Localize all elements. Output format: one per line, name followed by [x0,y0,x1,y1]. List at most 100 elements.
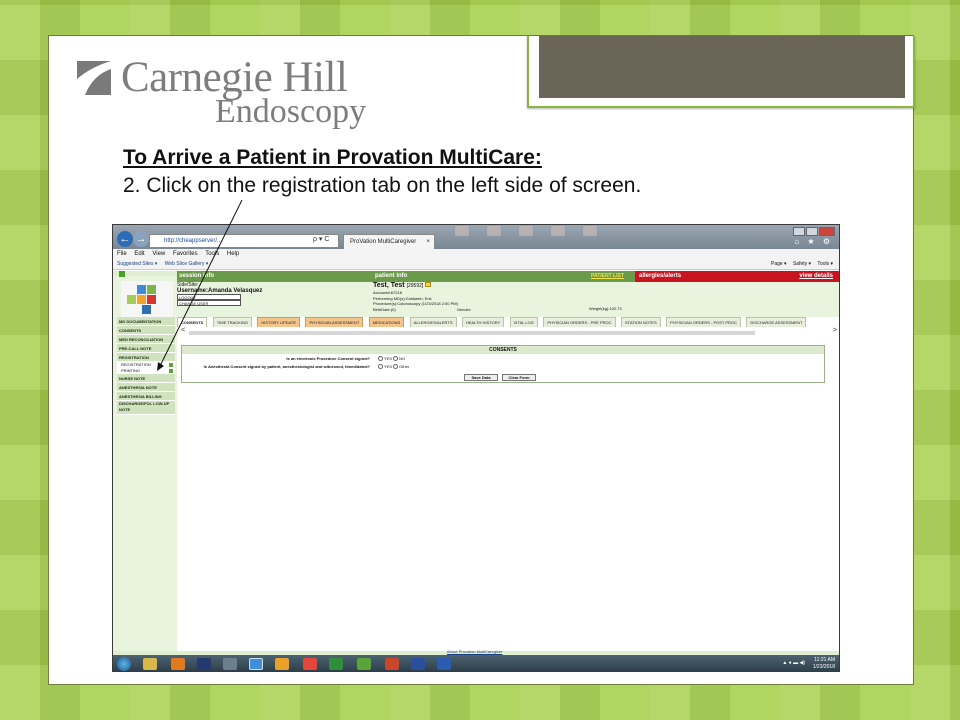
birthdate-row: BirthDate:(0) Gender: [373,307,793,313]
calendar-icon[interactable] [223,658,237,670]
tab-medications[interactable]: MEDICATIONS [368,317,405,327]
sidebar-item-registration[interactable]: REGISTRATION [117,353,175,362]
home-favorites-settings-icons[interactable]: ⌂ ★ ⚙ [794,237,833,246]
system-tray-icons[interactable]: ▲ ● ▬ ◀) [782,660,805,666]
page-menu[interactable]: Page ▾ [771,261,787,267]
close-icon[interactable]: × [426,235,430,249]
tab-physician-orders-pre-proc[interactable]: PHYSICIAN ORDERS - PRE PROC [543,317,616,327]
menu-file[interactable]: File [117,251,127,257]
allergies-alerts-label: allergies/alerts [639,273,682,279]
sidebar-subitem-printing-label: PRINTING [121,368,141,373]
tab-consents[interactable]: CONSENTS [177,317,208,327]
app-launcher-icon[interactable] [197,658,211,670]
patient-name-row: Test, Test [29592] [373,282,793,290]
procedure-consent-yes-radio[interactable] [378,356,383,362]
minimize-button[interactable] [793,227,805,236]
windows-taskbar: ▲ ● ▬ ◀) 11:21 AM 1/23/2018 [113,655,839,671]
menu-edit[interactable]: Edit [134,251,144,257]
maximize-button[interactable] [806,227,818,236]
window-controls [793,227,835,236]
session-info-header: session info [177,271,373,282]
favorites-bar: Suggested Sites ▾ Web Slice Gallery ▾ [113,259,839,270]
patient-name: Test, Test [373,282,405,289]
scroll-left-arrow-icon[interactable]: < [181,327,185,334]
title-placeholder-fill [539,36,905,98]
internet-explorer-icon[interactable] [249,658,263,670]
patient-info-panel: Test, Test [29592] Account#:67216 Perfor… [373,282,793,316]
web-slice-gallery-link[interactable]: Web Slice Gallery ▾ [165,261,209,267]
word-icon[interactable] [437,658,451,670]
menu-help[interactable]: Help [227,251,239,257]
taskbar-clock[interactable]: 11:21 AM 1/23/2018 [813,657,835,671]
outlook-icon[interactable] [275,658,289,670]
sidebar-item-discharge-followup-note[interactable]: DISCHARGE/FOL LOW-UP NOTE [117,401,175,415]
carnegie-hill-logo: Carnegie Hill Endoscopy [77,54,377,137]
sidebar-item-md-documentation[interactable]: MD DOCUMENTATION [117,317,175,326]
tab-vital-log[interactable]: VITAL LOG [509,317,538,327]
birthdate: BirthDate:(0) [373,306,396,312]
consents-title: CONSENTS [182,346,824,354]
anesthesia-consent-other-radio[interactable] [393,364,399,370]
forward-button[interactable]: → [133,231,149,247]
start-button[interactable] [117,657,131,671]
clock-time: 11:21 AM [814,657,835,663]
sidebar-item-consents[interactable]: CONSENTS [117,326,175,335]
provation-app: session info patient info PATIENT LIST a… [113,271,839,653]
anesthesia-consent-yes-label: YES [384,364,393,369]
logo-mark-icon [77,61,111,95]
tools-menu[interactable]: Tools ▾ [817,261,833,267]
sidebar-item-anesthesia-billing[interactable]: ANESTHESIA BILLING [117,392,175,401]
browser-tab[interactable]: ProVation MultiCaregiver × [343,234,435,249]
procedure-consent-options: YES NO [378,356,405,362]
close-window-button[interactable] [819,227,835,236]
remote-app-icon[interactable] [411,658,425,670]
status-square-icon [169,363,173,367]
sidebar-item-nurse-note[interactable]: NURSE NOTE [117,374,175,383]
powerpoint-icon[interactable] [385,658,399,670]
tab-history-update[interactable]: HISTORY UPDATE [257,317,301,327]
address-search-icon[interactable]: ρ ▾ C [313,235,329,243]
sidebar-item-pre-call-note[interactable]: PRE-CALL NOTE [117,344,175,353]
back-button[interactable]: ← [117,231,133,247]
address-bar[interactable]: http://cheappserver/... [149,234,339,248]
browser-menubar: File Edit View Favorites Tools Help [113,249,839,259]
sidebar-item-med-reconciliation[interactable]: MED RECONCILIATION [117,335,175,344]
media-player-icon[interactable] [171,658,185,670]
menu-tools[interactable]: Tools [205,251,219,257]
procedure-consent-row: Is an electronic Procedure Consent signe… [182,356,826,362]
anesthesia-consent-yes-radio[interactable] [378,364,383,370]
excel-icon[interactable] [329,658,343,670]
tab-time-tracking[interactable]: TIME TRACKING [212,317,252,327]
safety-menu[interactable]: Safety ▾ [793,261,811,267]
scroll-right-arrow-icon[interactable]: > [833,327,837,334]
chrome-icon[interactable] [303,658,317,670]
tab-discharge-assessment[interactable]: DISCHARGE ASSESSMENT [746,317,807,327]
procedure-consent-no-radio[interactable] [393,356,399,362]
anesthesia-consent-options: YES Other [378,364,409,370]
menu-favorites[interactable]: Favorites [173,251,198,257]
clear-form-button[interactable]: Clear Form [502,374,536,381]
provation-logo [121,281,173,319]
sidebar-item-anesthesia-note[interactable]: ANESTHESIA NOTE [117,383,175,392]
tab-physician-assessment[interactable]: PHYSICIAN ASSESSMENT [305,317,364,327]
titlebar-decoration [519,226,533,236]
patient-list-link[interactable]: PATIENT LIST [591,271,633,282]
change-user-button[interactable]: CHANGE USER [177,300,241,306]
provation-taskbar-icon[interactable] [357,658,371,670]
anesthesia-consent-question: Is Anesthesia Consent signed by patient,… [203,364,370,369]
sidebar-subitem-printing[interactable]: PRINTING [117,368,175,374]
tab-health-history[interactable]: HEALTH HISTORY [461,317,505,327]
suggested-sites-link[interactable]: Suggested Sites ▾ [117,261,157,267]
tab-physician-orders-post-proc[interactable]: PHYSICIAN ORDERS - POST PROC [666,317,741,327]
tab-station-notes[interactable]: STATION NOTES [621,317,661,327]
left-sidebar: MD DOCUMENTATION CONSENTS MED RECONCILIA… [117,317,175,653]
about-provation-link[interactable]: About Provation MultiCaregiver [447,649,502,654]
anesthesia-consent-row: Is Anesthesia Consent signed by patient,… [182,364,826,370]
menu-view[interactable]: View [152,251,165,257]
note-icon[interactable] [425,282,432,287]
file-explorer-icon[interactable] [143,658,157,670]
save-data-button[interactable]: Save Data [464,374,498,381]
tab-scroll-track[interactable] [189,331,755,335]
view-details-link[interactable]: view details [799,271,833,282]
tab-allergies-alerts[interactable]: ALLERGIES/ALERTS [409,317,457,327]
